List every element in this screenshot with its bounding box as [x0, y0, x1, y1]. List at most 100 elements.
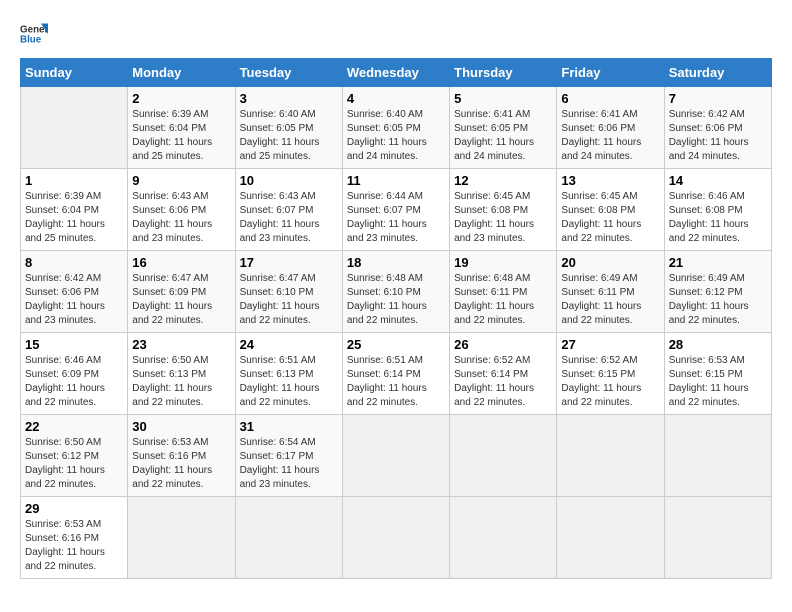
calendar-header-thursday: Thursday [450, 59, 557, 87]
day-info: Sunrise: 6:50 AMSunset: 6:13 PMDaylight:… [132, 355, 212, 408]
day-number: 11 [347, 173, 445, 188]
calendar-cell: 5 Sunrise: 6:41 AMSunset: 6:05 PMDaylight… [450, 87, 557, 169]
calendar-cell: 30 Sunrise: 6:53 AMSunset: 6:16 PMDayligh… [128, 415, 235, 497]
logo: General Blue [20, 20, 52, 48]
day-number: 12 [454, 173, 552, 188]
calendar-cell [342, 415, 449, 497]
day-number: 29 [25, 501, 123, 516]
day-number: 14 [669, 173, 767, 188]
day-info: Sunrise: 6:53 AMSunset: 6:16 PMDaylight:… [132, 437, 212, 490]
day-info: Sunrise: 6:41 AMSunset: 6:06 PMDaylight:… [561, 109, 641, 162]
calendar-header-row: SundayMondayTuesdayWednesdayThursdayFrid… [21, 59, 772, 87]
day-number: 24 [240, 337, 338, 352]
calendar-cell: 8 Sunrise: 6:42 AMSunset: 6:06 PMDaylight… [21, 251, 128, 333]
calendar-cell: 21 Sunrise: 6:49 AMSunset: 6:12 PMDayligh… [664, 251, 771, 333]
calendar-cell: 20Sunrise: 6:49 AMSunset: 6:11 PMDayligh… [557, 251, 664, 333]
calendar-header-saturday: Saturday [664, 59, 771, 87]
day-info: Sunrise: 6:43 AMSunset: 6:06 PMDaylight:… [132, 191, 212, 244]
day-info: Sunrise: 6:44 AMSunset: 6:07 PMDaylight:… [347, 191, 427, 244]
day-info: Sunrise: 6:53 AMSunset: 6:15 PMDaylight:… [669, 355, 749, 408]
day-info: Sunrise: 6:47 AMSunset: 6:10 PMDaylight:… [240, 273, 320, 326]
calendar-cell: 14 Sunrise: 6:46 AMSunset: 6:08 PMDayligh… [664, 169, 771, 251]
calendar-week-row: 15 Sunrise: 6:46 AMSunset: 6:09 PMDayligh… [21, 333, 772, 415]
calendar-cell: 7Sunrise: 6:42 AMSunset: 6:06 PMDaylight… [664, 87, 771, 169]
calendar-cell: 28Sunrise: 6:53 AMSunset: 6:15 PMDayligh… [664, 333, 771, 415]
calendar-cell: 4 Sunrise: 6:40 AMSunset: 6:05 PMDaylight… [342, 87, 449, 169]
calendar-cell: 15 Sunrise: 6:46 AMSunset: 6:09 PMDayligh… [21, 333, 128, 415]
calendar-cell [450, 415, 557, 497]
calendar-header-sunday: Sunday [21, 59, 128, 87]
day-info: Sunrise: 6:52 AMSunset: 6:15 PMDaylight:… [561, 355, 641, 408]
calendar-cell: 16Sunrise: 6:47 AMSunset: 6:09 PMDayligh… [128, 251, 235, 333]
calendar-cell: 26 Sunrise: 6:52 AMSunset: 6:14 PMDayligh… [450, 333, 557, 415]
calendar-cell: 29Sunrise: 6:53 AMSunset: 6:16 PMDayligh… [21, 497, 128, 579]
calendar-cell: 31 Sunrise: 6:54 AMSunset: 6:17 PMDayligh… [235, 415, 342, 497]
calendar-cell: 22 Sunrise: 6:50 AMSunset: 6:12 PMDayligh… [21, 415, 128, 497]
calendar-cell: 10Sunrise: 6:43 AMSunset: 6:07 PMDayligh… [235, 169, 342, 251]
day-number: 13 [561, 173, 659, 188]
svg-text:Blue: Blue [20, 34, 42, 45]
day-number: 25 [347, 337, 445, 352]
day-number: 22 [25, 419, 123, 434]
day-number: 8 [25, 255, 123, 270]
calendar-cell: 24Sunrise: 6:51 AMSunset: 6:13 PMDayligh… [235, 333, 342, 415]
calendar-cell [664, 497, 771, 579]
day-number: 23 [132, 337, 230, 352]
calendar-cell [235, 497, 342, 579]
day-info: Sunrise: 6:46 AMSunset: 6:08 PMDaylight:… [669, 191, 749, 244]
day-info: Sunrise: 6:54 AMSunset: 6:17 PMDaylight:… [240, 437, 320, 490]
day-number: 9 [132, 173, 230, 188]
calendar-table: SundayMondayTuesdayWednesdayThursdayFrid… [20, 58, 772, 579]
calendar-cell: 6 Sunrise: 6:41 AMSunset: 6:06 PMDaylight… [557, 87, 664, 169]
calendar-week-row: 8 Sunrise: 6:42 AMSunset: 6:06 PMDaylight… [21, 251, 772, 333]
calendar-cell: 13 Sunrise: 6:45 AMSunset: 6:08 PMDayligh… [557, 169, 664, 251]
calendar-cell: 3Sunrise: 6:40 AMSunset: 6:05 PMDaylight… [235, 87, 342, 169]
calendar-cell: 9 Sunrise: 6:43 AMSunset: 6:06 PMDaylight… [128, 169, 235, 251]
day-info: Sunrise: 6:52 AMSunset: 6:14 PMDaylight:… [454, 355, 534, 408]
calendar-week-row: 22 Sunrise: 6:50 AMSunset: 6:12 PMDayligh… [21, 415, 772, 497]
day-info: Sunrise: 6:51 AMSunset: 6:14 PMDaylight:… [347, 355, 427, 408]
day-info: Sunrise: 6:42 AMSunset: 6:06 PMDaylight:… [669, 109, 749, 162]
calendar-week-row: 2Sunrise: 6:39 AMSunset: 6:04 PMDaylight… [21, 87, 772, 169]
day-number: 18 [347, 255, 445, 270]
calendar-cell: 19 Sunrise: 6:48 AMSunset: 6:11 PMDayligh… [450, 251, 557, 333]
day-info: Sunrise: 6:39 AMSunset: 6:04 PMDaylight:… [25, 191, 105, 244]
calendar-cell: 23 Sunrise: 6:50 AMSunset: 6:13 PMDayligh… [128, 333, 235, 415]
logo-icon: General Blue [20, 20, 48, 48]
day-number: 27 [561, 337, 659, 352]
day-number: 21 [669, 255, 767, 270]
day-info: Sunrise: 6:49 AMSunset: 6:11 PMDaylight:… [561, 273, 641, 326]
day-info: Sunrise: 6:48 AMSunset: 6:10 PMDaylight:… [347, 273, 427, 326]
day-number: 5 [454, 91, 552, 106]
day-number: 17 [240, 255, 338, 270]
calendar-cell: 27 Sunrise: 6:52 AMSunset: 6:15 PMDayligh… [557, 333, 664, 415]
calendar-cell: 25 Sunrise: 6:51 AMSunset: 6:14 PMDayligh… [342, 333, 449, 415]
day-info: Sunrise: 6:49 AMSunset: 6:12 PMDaylight:… [669, 273, 749, 326]
day-number: 30 [132, 419, 230, 434]
calendar-cell [128, 497, 235, 579]
calendar-cell [664, 415, 771, 497]
calendar-header-monday: Monday [128, 59, 235, 87]
calendar-cell: 18 Sunrise: 6:48 AMSunset: 6:10 PMDayligh… [342, 251, 449, 333]
day-info: Sunrise: 6:45 AMSunset: 6:08 PMDaylight:… [561, 191, 641, 244]
day-number: 15 [25, 337, 123, 352]
day-info: Sunrise: 6:46 AMSunset: 6:09 PMDaylight:… [25, 355, 105, 408]
calendar-week-row: 1Sunrise: 6:39 AMSunset: 6:04 PMDaylight… [21, 169, 772, 251]
day-number: 6 [561, 91, 659, 106]
day-number: 19 [454, 255, 552, 270]
day-info: Sunrise: 6:42 AMSunset: 6:06 PMDaylight:… [25, 273, 105, 326]
day-info: Sunrise: 6:50 AMSunset: 6:12 PMDaylight:… [25, 437, 105, 490]
day-number: 26 [454, 337, 552, 352]
day-info: Sunrise: 6:41 AMSunset: 6:05 PMDaylight:… [454, 109, 534, 162]
day-number: 31 [240, 419, 338, 434]
calendar-header-tuesday: Tuesday [235, 59, 342, 87]
day-number: 3 [240, 91, 338, 106]
day-info: Sunrise: 6:48 AMSunset: 6:11 PMDaylight:… [454, 273, 534, 326]
day-info: Sunrise: 6:40 AMSunset: 6:05 PMDaylight:… [347, 109, 427, 162]
day-number: 4 [347, 91, 445, 106]
calendar-cell [342, 497, 449, 579]
day-info: Sunrise: 6:45 AMSunset: 6:08 PMDaylight:… [454, 191, 534, 244]
page-header: General Blue [20, 20, 772, 48]
calendar-cell: 2Sunrise: 6:39 AMSunset: 6:04 PMDaylight… [128, 87, 235, 169]
calendar-cell [557, 415, 664, 497]
